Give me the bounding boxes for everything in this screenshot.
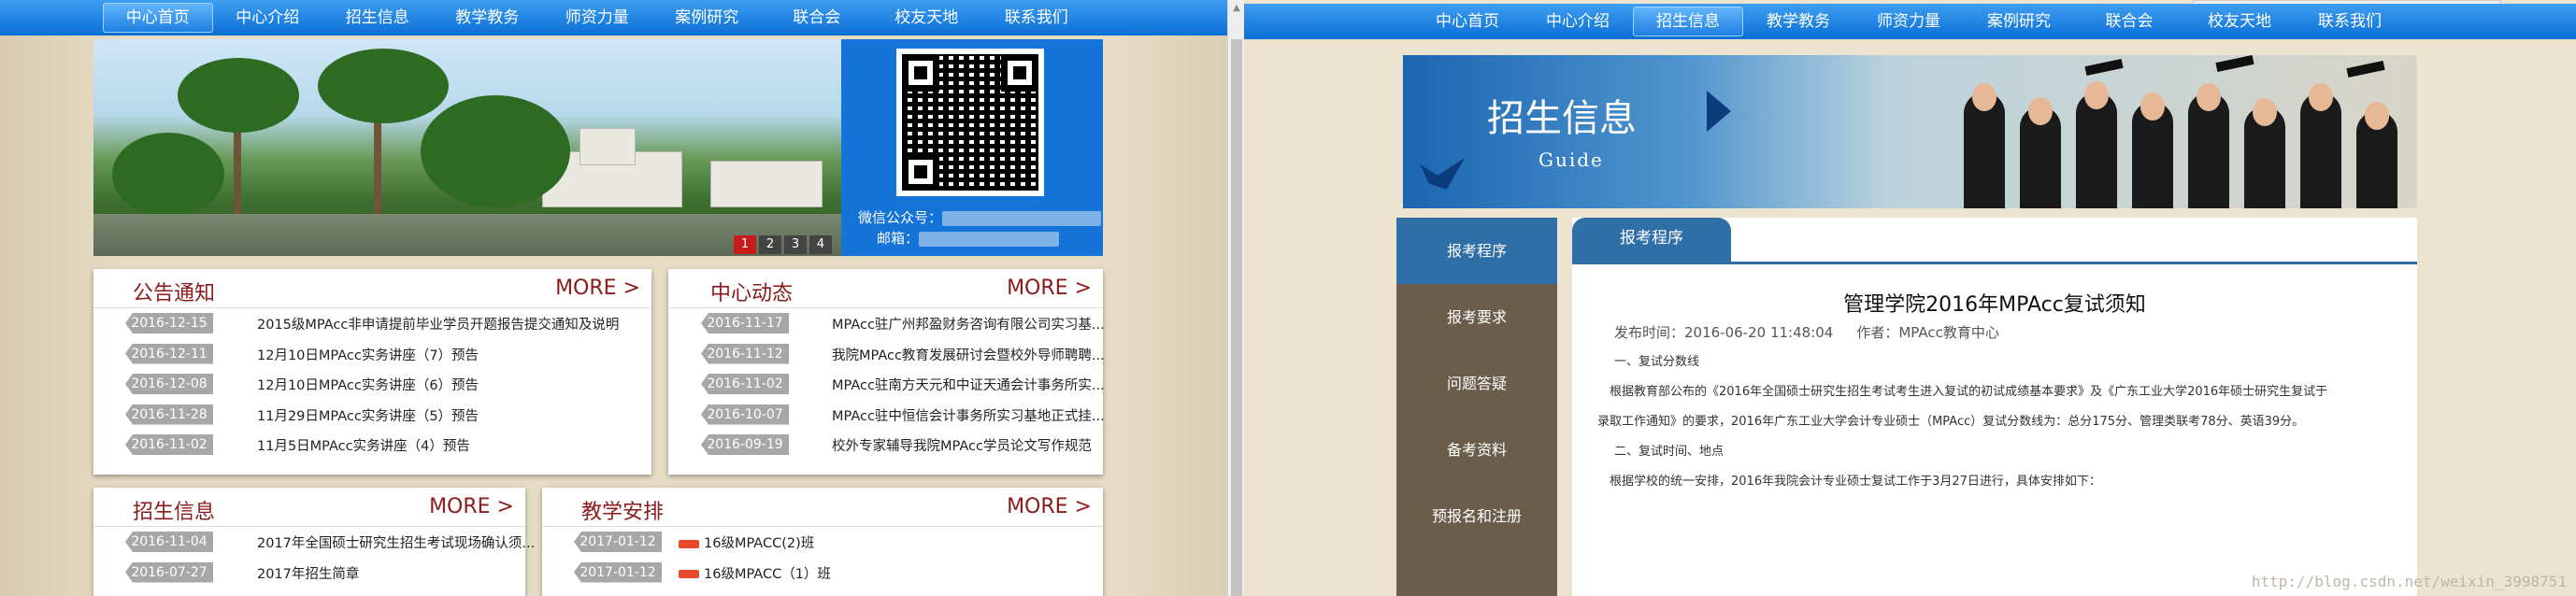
box-title: 教学安排 (581, 501, 665, 524)
teaching-box: 教学安排 MORE > 2017-01-12 16级MPACC(2)班 2017-0… (542, 488, 1103, 596)
nav-home[interactable]: 中心首页 (103, 3, 213, 33)
more-link[interactable]: MORE > (1007, 495, 1092, 518)
paragraph: 录取工作通知》的要求，2016年广东工业大学会计专业硕士（MPAcc）复试分数线… (1597, 415, 2305, 429)
list-item[interactable]: 2016-11-12 我院MPAcc教育发展研讨会暨校外导师聘聘... (668, 339, 1105, 370)
article-content: 报考程序 管理学院2016年MPAcc复试须知 发布时间：2016-06-20 … (1572, 218, 2417, 596)
nav-contact[interactable]: 联系我们 (2295, 4, 2405, 39)
new-icon (679, 570, 699, 578)
wechat-account: 微信公众号： (858, 207, 1102, 227)
bird-logo-icon (1420, 158, 1465, 190)
list-item[interactable]: 2016-12-15 2015级MPAcc非申请提前毕业学员开题报告提交通知及说明 (93, 308, 651, 339)
paragraph: 根据教育部公布的《2016年全国硕士研究生招生考试考生进入复试的初试成绩基本要求… (1610, 385, 2328, 399)
nav-teaching[interactable]: 教学教务 (433, 0, 543, 35)
paragraph: 根据学校的统一安排，2016年我院会计专业硕士复试工作于3月27日进行，具体安排… (1610, 475, 2101, 489)
nav-home[interactable]: 中心首页 (1412, 4, 1523, 39)
slide-dot[interactable]: 3 (784, 235, 807, 254)
wechat-qr-panel: 微信公众号： 邮箱： (841, 39, 1103, 256)
watermark: http://blog.csdn.net/weixin_3998751 (2251, 573, 2567, 590)
nav-about[interactable]: 中心介绍 (1523, 4, 1633, 39)
right-browser-panel: 中心首页 中心介绍 招生信息 教学教务 师资力量 案例研究 联合会 校友天地 联… (1244, 0, 2576, 596)
slide-dot[interactable]: 2 (759, 235, 781, 254)
list-item[interactable]: 2017-01-12 16级MPACC(2)班 (542, 527, 1103, 558)
side-item-preregister[interactable]: 预报名和注册 (1396, 483, 1557, 549)
list-item[interactable]: 2016-12-11 12月10日MPAcc实务讲座（7）预告 (93, 339, 651, 370)
tab-bar: 报考程序 (1572, 218, 2417, 264)
tab-procedure[interactable]: 报考程序 (1572, 218, 1731, 262)
list-item[interactable]: 2016-12-08 12月10日MPAcc实务讲座（6）预告 (93, 369, 651, 400)
hero-title: 招生信息 (1487, 97, 1637, 140)
article-meta: 发布时间：2016-06-20 11:48:04 作者：MPAcc教育中心 (1614, 324, 1999, 341)
nav-alumni[interactable]: 校友天地 (2184, 4, 2295, 39)
list-item[interactable]: 2016-11-04 2017年全国硕士研究生招生考试现场确认须... (93, 527, 535, 558)
contact-email: 邮箱： (877, 228, 1060, 248)
side-item-materials[interactable]: 备考资料 (1396, 417, 1557, 483)
more-link[interactable]: MORE > (429, 495, 514, 518)
hero-subtitle: Guide (1538, 149, 1604, 171)
slide-dot[interactable]: 4 (809, 235, 832, 254)
nav-union[interactable]: 联合会 (762, 0, 872, 35)
side-item-faq[interactable]: 问题答疑 (1396, 350, 1557, 417)
qr-code-image (896, 49, 1044, 196)
admission-box: 招生信息 MORE > 2016-11-04 2017年全国硕士研究生招生考试现场确… (93, 488, 535, 596)
side-item-procedure[interactable]: 报考程序 (1396, 218, 1557, 284)
nav-admissions[interactable]: 招生信息 (322, 0, 433, 35)
slide-dot[interactable]: 1 (734, 235, 756, 254)
nav-cases[interactable]: 案例研究 (1964, 4, 2074, 39)
nav-cases[interactable]: 案例研究 (652, 0, 763, 35)
box-title: 公告通知 (133, 282, 216, 305)
admissions-hero-banner: 招生信息 Guide (1403, 55, 2417, 208)
box-title: 招生信息 (133, 501, 216, 524)
more-link[interactable]: MORE > (555, 277, 640, 300)
nav-admissions[interactable]: 招生信息 (1633, 7, 1743, 36)
more-link[interactable]: MORE > (1007, 277, 1092, 300)
nav-faculty[interactable]: 师资力量 (542, 0, 652, 35)
section-heading: 一、复试分数线 (1614, 355, 1700, 369)
list-item[interactable]: 2016-07-27 2017年招生简章 (93, 558, 525, 589)
section-heading: 二、复试时间、地点 (1614, 445, 1724, 459)
box-title: 中心动态 (710, 282, 794, 305)
nav-about[interactable]: 中心介绍 (213, 0, 323, 35)
scrollbar-thumb[interactable] (1231, 39, 1242, 596)
news-box: 中心动态 MORE > 2016-11-17 MPAcc驻广州邦盈财务咨询有限公司实… (668, 269, 1105, 475)
list-item[interactable]: 2016-10-07 MPAcc驻中恒信会计事务所实习基地正式挂... (668, 400, 1105, 431)
new-icon (679, 539, 699, 548)
side-nav: 报考程序 报考要求 问题答疑 备考资料 预报名和注册 (1396, 218, 1557, 596)
vertical-scrollbar[interactable]: ▲ (1227, 0, 1244, 596)
nav-union[interactable]: 联合会 (2074, 4, 2184, 39)
main-nav: 中心首页 中心介绍 招生信息 教学教务 师资力量 案例研究 联合会 校友天地 联… (0, 0, 1227, 35)
nav-teaching[interactable]: 教学教务 (1743, 4, 1853, 39)
main-nav: 中心首页 中心介绍 招生信息 教学教务 师资力量 案例研究 联合会 校友天地 联… (1244, 4, 2576, 39)
list-item[interactable]: 2016-11-17 MPAcc驻广州邦盈财务咨询有限公司实习基... (668, 308, 1105, 339)
list-item[interactable]: 2016-09-19 校外专家辅导我院MPAcc学员论文写作规范 (668, 430, 1103, 461)
nav-faculty[interactable]: 师资力量 (1853, 4, 1964, 39)
notice-box: 公告通知 MORE > 2016-12-15 2015级MPAcc非申请提前毕业学员… (93, 269, 651, 475)
nav-contact[interactable]: 联系我们 (981, 0, 1092, 35)
campus-banner-image: 1 2 3 4 (93, 39, 841, 256)
scroll-up-icon[interactable]: ▲ (1228, 0, 1244, 17)
nav-alumni[interactable]: 校友天地 (872, 0, 982, 35)
side-item-requirements[interactable]: 报考要求 (1396, 284, 1557, 350)
left-browser-panel: 中心首页 中心介绍 招生信息 教学教务 师资力量 案例研究 联合会 校友天地 联… (0, 0, 1244, 596)
list-item[interactable]: 2016-11-28 11月29日MPAcc实务讲座（5）预告 (93, 400, 651, 431)
list-item[interactable]: 2016-11-02 MPAcc驻南方天元和中证天通会计事务所实... (668, 369, 1105, 400)
article-title: 管理学院2016年MPAcc复试须知 (1843, 293, 2146, 317)
arrow-icon (1707, 91, 1731, 132)
slide-pager: 1 2 3 4 (734, 235, 832, 254)
list-item[interactable]: 2017-01-12 16级MPACC（1）班 (542, 558, 1103, 589)
list-item[interactable]: 2016-11-02 11月5日MPAcc实务讲座（4）预告 (93, 430, 651, 461)
